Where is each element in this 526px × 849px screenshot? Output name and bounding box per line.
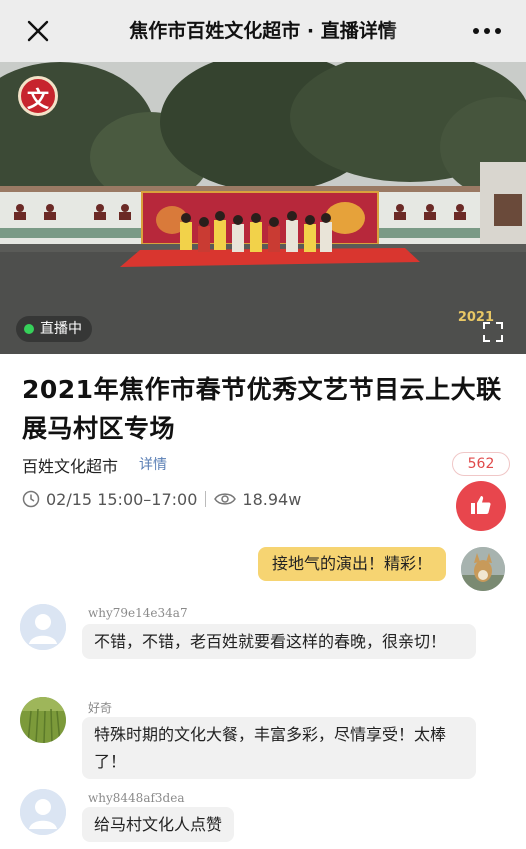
live-dot-icon [24,324,34,334]
comment-item: why79e14e34a7 不错，不错，老百姓就要看这样的春晚，很亲切！ [20,604,490,684]
more-icon[interactable] [470,20,504,42]
fullscreen-icon[interactable] [482,321,504,343]
avatar[interactable] [20,789,66,835]
avatar-image [461,547,505,591]
channel-logo: 文 [18,76,58,116]
event-time: 02/15 15:00–17:00 [46,489,198,509]
comment-username: why79e14e34a7 [88,606,188,620]
meta-divider [205,491,207,507]
view-count: 18.94w [242,489,302,509]
comment-username: 好奇 [88,701,113,715]
host-detail-link[interactable]: 详情 [139,454,167,474]
video-frame [0,62,526,354]
comment-item: why8448af3dea 给马村文化人点赞 [20,789,490,845]
event-title: 2021年焦作市春节优秀文艺节目云上大联展马村区专场 [22,375,502,443]
live-status-badge: 直播中 [16,316,92,342]
avatar-image [20,697,66,743]
live-status-label: 直播中 [40,321,82,337]
like-button[interactable] [456,481,506,531]
thumbs-up-icon [471,496,491,514]
default-avatar-icon [20,604,66,650]
like-count-badge: 562 [452,452,510,476]
comment-bubble: 不错，不错，老百姓就要看这样的春晚，很亲切！ [82,624,476,659]
close-icon[interactable] [24,17,52,45]
my-comment-bubble: 接地气的演出！精彩！ [257,547,446,581]
eye-icon [214,493,237,505]
my-avatar[interactable] [461,547,505,591]
avatar[interactable] [20,604,66,650]
comment-username: why8448af3dea [88,791,185,805]
comment-item: 好奇 特殊时期的文化大餐，丰富多彩，尽情享受！太棒了！ [20,697,490,779]
clock-icon [22,490,40,508]
comment-bubble: 特殊时期的文化大餐，丰富多彩，尽情享受！太棒了！ [82,717,476,779]
comment-bubble: 给马村文化人点赞 [82,807,235,842]
top-navbar: 焦作市百姓文化超市 · 直播详情 [0,0,526,62]
default-avatar-icon [20,789,66,835]
avatar[interactable] [20,697,66,743]
page-title: 焦作市百姓文化超市 · 直播详情 [129,20,397,42]
title-fade [386,0,426,62]
channel-logo-text: 文 [26,88,49,113]
live-video-player[interactable]: 文 直播中 2021 [0,62,526,354]
event-meta: 02/15 15:00–17:00 18.94w [22,487,301,511]
host-name[interactable]: 百姓文化超市 [22,453,118,477]
